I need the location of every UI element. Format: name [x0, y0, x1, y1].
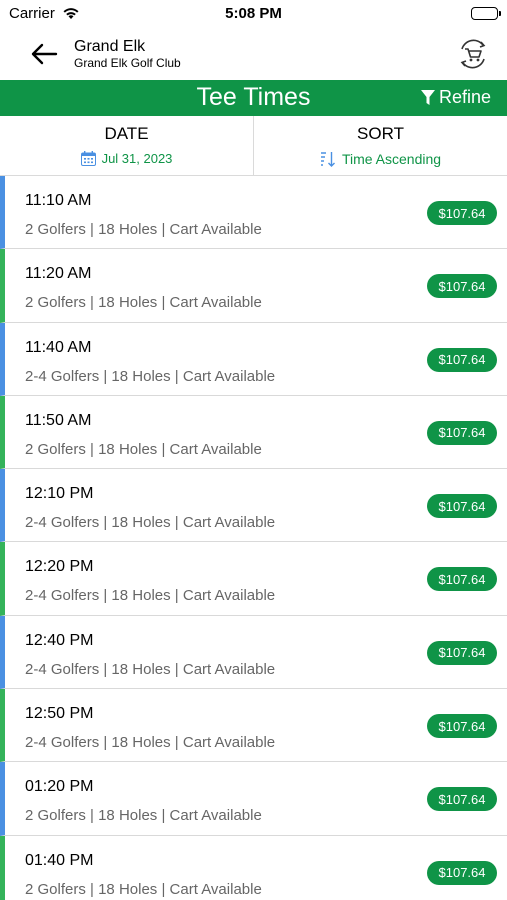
tee-time: 11:20 AM: [25, 265, 92, 283]
sort-filter[interactable]: SORT Time Ascending: [253, 116, 507, 175]
cart-refresh-icon: [460, 39, 486, 69]
clock: 5:08 PM: [225, 5, 282, 22]
tee-details: 2 Golfers | 18 Holes | Cart Available: [25, 880, 262, 898]
tee-time: 11:40 AM: [25, 338, 92, 356]
price-badge[interactable]: $107.64: [427, 714, 497, 739]
price-badge[interactable]: $107.64: [427, 274, 497, 299]
price-badge[interactable]: $107.64: [427, 567, 497, 592]
refine-button[interactable]: Refine: [420, 87, 491, 108]
tee-time: 01:40 PM: [25, 851, 94, 869]
tee-time: 12:50 PM: [25, 705, 94, 723]
tee-time-list: 11:10 AM 2 Golfers | 18 Holes | Cart Ava…: [0, 176, 507, 900]
tee-time-row[interactable]: 12:10 PM 2-4 Golfers | 18 Holes | Cart A…: [0, 469, 507, 543]
tee-details: 2-4 Golfers | 18 Holes | Cart Available: [25, 367, 276, 385]
tee-time-row[interactable]: 11:20 AM 2 Golfers | 18 Holes | Cart Ava…: [0, 249, 507, 323]
battery-icon: [471, 7, 501, 20]
sort-value-group: Time Ascending: [320, 151, 441, 167]
filter-icon: [420, 89, 435, 105]
tee-time: 12:10 PM: [25, 485, 94, 503]
tee-time-row[interactable]: 01:20 PM 2 Golfers | 18 Holes | Cart Ava…: [0, 762, 507, 836]
price-badge[interactable]: $107.64: [427, 347, 497, 372]
price-badge[interactable]: $107.64: [427, 201, 497, 225]
tee-time-row[interactable]: 01:40 PM 2 Golfers | 18 Holes | Cart Ava…: [0, 835, 507, 900]
tee-times-toolbar: Tee Times Refine: [0, 80, 507, 116]
date-value: Jul 31, 2023: [101, 151, 173, 166]
sort-ascending-icon: [320, 152, 335, 167]
tee-time-row[interactable]: 12:20 PM 2-4 Golfers | 18 Holes | Cart A…: [0, 542, 507, 616]
tee-details: 2 Golfers | 18 Holes | Cart Available: [25, 440, 262, 458]
tee-time-row[interactable]: 12:40 PM 2-4 Golfers | 18 Holes | Cart A…: [0, 615, 507, 690]
tee-details: 2-4 Golfers | 18 Holes | Cart Available: [25, 660, 276, 678]
price-badge[interactable]: $107.64: [427, 787, 497, 812]
sort-label: SORT: [357, 124, 404, 143]
tee-time: 01:20 PM: [25, 778, 94, 796]
cart-button[interactable]: [455, 36, 491, 72]
price-badge[interactable]: $107.64: [427, 420, 497, 445]
tee-details: 2-4 Golfers | 18 Holes | Cart Available: [25, 587, 276, 605]
date-value-group: Jul 31, 2023: [80, 151, 173, 166]
price-badge[interactable]: $107.64: [427, 640, 497, 665]
tee-details: 2 Golfers | 18 Holes | Cart Available: [25, 294, 262, 312]
course-subtitle: Grand Elk Golf Club: [74, 56, 181, 70]
tee-time: 11:10 AM: [25, 192, 92, 209]
tee-time-row[interactable]: 11:40 AM 2-4 Golfers | 18 Holes | Cart A…: [0, 322, 507, 396]
tee-time: 12:40 PM: [25, 631, 94, 649]
course-title: Grand Elk: [74, 38, 146, 55]
calendar-icon: [80, 151, 96, 166]
refine-label: Refine: [438, 87, 491, 107]
price-badge[interactable]: $107.64: [427, 494, 497, 519]
price-badge[interactable]: $107.64: [427, 860, 497, 885]
filter-row: DATE Jul 31, 2023 SORT Time Ascending: [0, 116, 507, 176]
tee-details: 2 Golfers | 18 Holes | Cart Available: [25, 221, 262, 238]
date-label: DATE: [104, 124, 149, 143]
tee-time: 12:20 PM: [25, 558, 94, 576]
status-bar: Carrier 5:08 PM: [0, 0, 507, 30]
tee-time-row[interactable]: 12:50 PM 2-4 Golfers | 18 Holes | Cart A…: [0, 689, 507, 763]
tee-details: 2 Golfers | 18 Holes | Cart Available: [25, 807, 262, 825]
tee-time-row[interactable]: 11:50 AM 2 Golfers | 18 Holes | Cart Ava…: [0, 395, 507, 470]
date-filter[interactable]: DATE Jul 31, 2023: [0, 116, 253, 175]
tee-time-row[interactable]: 11:10 AM 2 Golfers | 18 Holes | Cart Ava…: [0, 176, 507, 250]
tee-details: 2-4 Golfers | 18 Holes | Cart Available: [25, 734, 276, 752]
tee-time: 11:50 AM: [25, 411, 92, 429]
back-button[interactable]: [24, 38, 64, 70]
tee-details: 2-4 Golfers | 18 Holes | Cart Available: [25, 514, 276, 532]
arrow-left-icon: [31, 43, 58, 65]
app-header: Grand Elk Grand Elk Golf Club: [0, 30, 507, 80]
sort-value: Time Ascending: [341, 151, 442, 167]
